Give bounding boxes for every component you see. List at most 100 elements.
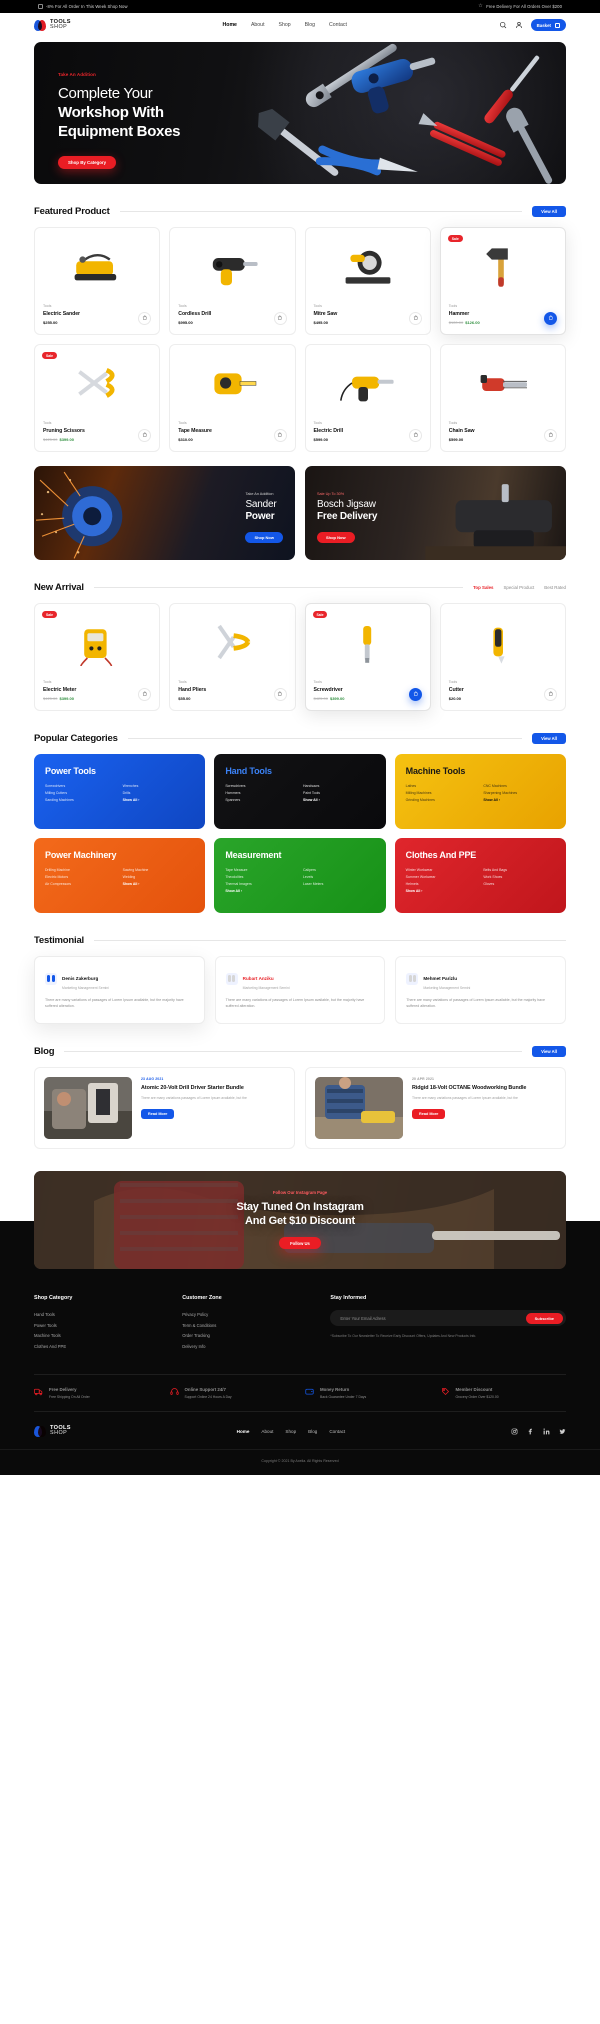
add-to-cart-button[interactable]: [138, 687, 152, 701]
product-card[interactable]: Tools Hand Pliers $55.00: [169, 603, 296, 711]
newsletter-email-input[interactable]: [340, 1315, 526, 1321]
category-link[interactable]: Drilling Machine: [45, 867, 117, 873]
category-link[interactable]: Thermal Imagers: [225, 881, 297, 887]
footer-link-power-tools[interactable]: Power Tools: [34, 1321, 164, 1332]
blog-read-more-button[interactable]: Read More: [141, 1108, 175, 1119]
nav-item-about[interactable]: About: [251, 22, 265, 28]
category-link[interactable]: Winter Workwear: [406, 867, 478, 873]
category-link[interactable]: Screwdrivers: [225, 783, 297, 789]
search-icon[interactable]: [499, 21, 507, 29]
add-to-cart-button[interactable]: [544, 428, 557, 442]
instagram-follow-button[interactable]: Follow Us: [279, 1237, 321, 1250]
category-link[interactable]: Gloves: [483, 881, 555, 887]
add-to-cart-button[interactable]: [138, 428, 152, 442]
footer-link-order-tracking[interactable]: Order Tracking: [182, 1331, 312, 1342]
newsletter-subscribe-button[interactable]: Subscribe: [525, 1312, 563, 1324]
footer-link-delivery-info[interactable]: Delivery Info: [182, 1342, 312, 1353]
add-to-cart-button[interactable]: [408, 311, 422, 325]
category-link[interactable]: Summer Workwear: [406, 874, 478, 880]
category-show-all-link[interactable]: Show All ›: [123, 797, 195, 803]
blog-card[interactable]: 23 AUG 2021 Atomic 20-Volt Drill Driver S…: [34, 1067, 295, 1149]
category-link[interactable]: Belts And Bags: [483, 867, 555, 873]
category-link[interactable]: Electric Motors: [45, 874, 117, 880]
category-link[interactable]: Theodolites: [225, 874, 297, 880]
linkedin-icon[interactable]: [543, 1428, 550, 1435]
site-logo[interactable]: TOOLS SHOP: [34, 19, 71, 31]
nav-item-home[interactable]: Home: [223, 22, 237, 28]
promo-cta-button[interactable]: Shop Now: [245, 531, 283, 543]
add-to-cart-button[interactable]: [273, 687, 287, 701]
promo-cta-button[interactable]: Shop Now: [317, 531, 355, 543]
announcement-right[interactable]: ☆ Free Delivery For All Orders Over $200: [478, 4, 562, 10]
category-link[interactable]: Screwdrivers: [45, 783, 117, 789]
category-show-all-link[interactable]: Show All ›: [406, 888, 478, 894]
category-show-all-link[interactable]: Show All ›: [483, 797, 555, 803]
twitter-icon[interactable]: [559, 1428, 566, 1435]
category-card[interactable]: Measurement Tape Measure Calipers Theodolit…: [214, 838, 386, 913]
category-link[interactable]: Sanding Machines: [45, 797, 117, 803]
tab-special-product[interactable]: Special Product: [504, 585, 535, 590]
product-card[interactable]: Sale Tools Electric Meter $425.00 $399.00: [34, 603, 161, 711]
footer-nav-about[interactable]: About: [261, 1429, 273, 1434]
category-link[interactable]: Lathes: [406, 783, 478, 789]
category-link[interactable]: Paint Tools: [303, 790, 375, 796]
product-card[interactable]: Tools Electric Sander $255.00: [34, 227, 161, 335]
category-link[interactable]: CNC Machines: [483, 783, 555, 789]
user-icon[interactable]: [515, 21, 523, 29]
nav-item-shop[interactable]: Shop: [279, 22, 291, 28]
category-link[interactable]: Tape Measure: [225, 867, 297, 873]
footer-logo[interactable]: TOOLS SHOP: [34, 1425, 71, 1437]
category-card[interactable]: Machine Tools Lathes CNC Machines Milling M…: [394, 754, 566, 829]
category-link[interactable]: Laser Meters: [303, 881, 375, 887]
category-link[interactable]: Sawing Machine: [123, 867, 195, 873]
nav-item-blog[interactable]: Blog: [305, 22, 315, 28]
tab-best-rated[interactable]: Best Rated: [544, 585, 566, 590]
add-to-cart-button[interactable]: [273, 311, 287, 325]
category-link[interactable]: Grinding Machines: [406, 797, 478, 803]
category-link[interactable]: Handsaws: [303, 783, 375, 789]
category-link[interactable]: Work Shoes: [483, 874, 555, 880]
footer-link-machine-tools[interactable]: Machine Tools: [34, 1331, 164, 1342]
footer-link-privacy-policy[interactable]: Privacy Policy: [182, 1310, 312, 1321]
category-link[interactable]: Milling Cutters: [45, 790, 117, 796]
product-card[interactable]: Tools Electric Drill $599.00: [304, 344, 431, 452]
announcement-left[interactable]: -8% For All Order In This Week Shop Now: [38, 4, 128, 9]
add-to-cart-button[interactable]: [544, 687, 557, 701]
footer-nav-contact[interactable]: Contact: [329, 1429, 345, 1434]
product-card[interactable]: Tools Cordless Drill $995.00: [169, 227, 296, 335]
add-to-cart-button[interactable]: [408, 428, 422, 442]
footer-nav-blog[interactable]: Blog: [308, 1429, 317, 1434]
category-link[interactable]: Air Compressors: [45, 881, 117, 887]
add-to-cart-button[interactable]: [138, 311, 152, 325]
blog-view-all-button[interactable]: View All: [532, 1046, 566, 1057]
footer-link-hand-tools[interactable]: Hand Tools: [34, 1310, 164, 1321]
footer-link-clothes-ppe[interactable]: Clothes And PPE: [34, 1342, 164, 1353]
category-show-all-link[interactable]: Show All ›: [123, 881, 195, 887]
category-show-all-link[interactable]: Show All ›: [225, 888, 297, 894]
footer-nav-home[interactable]: Home: [237, 1429, 250, 1434]
category-link[interactable]: Calipers: [303, 867, 375, 873]
product-card[interactable]: Tools Mitre Saw $495.00: [304, 227, 431, 335]
product-card[interactable]: Tools Cutter $20.00: [439, 603, 566, 711]
footer-nav-shop[interactable]: Shop: [285, 1429, 296, 1434]
promo-banner-sander[interactable]: Take An Addition Sander Power Shop Now: [34, 466, 295, 560]
category-link[interactable]: Drills: [123, 790, 195, 796]
categories-view-all-button[interactable]: View All: [532, 733, 566, 744]
product-card[interactable]: Sale Tools Screwdriver $425.00 $399.00: [304, 603, 431, 711]
promo-banner-jigsaw[interactable]: Sale Up To 30% Bosch Jigsaw Free Deliver…: [305, 466, 566, 560]
category-card[interactable]: Power Machinery Drilling Machine Sawing Ma…: [34, 838, 206, 913]
add-to-cart-button[interactable]: [273, 428, 287, 442]
category-link[interactable]: Welding: [123, 874, 195, 880]
category-link[interactable]: Hammers: [225, 790, 297, 796]
category-link[interactable]: Sharpening Machines: [483, 790, 555, 796]
category-link[interactable]: Wrenches: [123, 783, 195, 789]
blog-read-more-button[interactable]: Read More: [412, 1108, 446, 1119]
category-link[interactable]: Levels: [303, 874, 375, 880]
category-show-all-link[interactable]: Show All ›: [303, 797, 375, 803]
category-link[interactable]: Helmets: [406, 881, 478, 887]
facebook-icon[interactable]: [527, 1428, 534, 1435]
basket-button[interactable]: Basket: [530, 19, 566, 31]
blog-card[interactable]: 20 APR 2021 Ridgid 18-Volt OCTANE Woodwor…: [305, 1067, 566, 1149]
add-to-cart-button[interactable]: [544, 311, 557, 325]
hero-cta-button[interactable]: Shop By Category: [58, 155, 117, 169]
